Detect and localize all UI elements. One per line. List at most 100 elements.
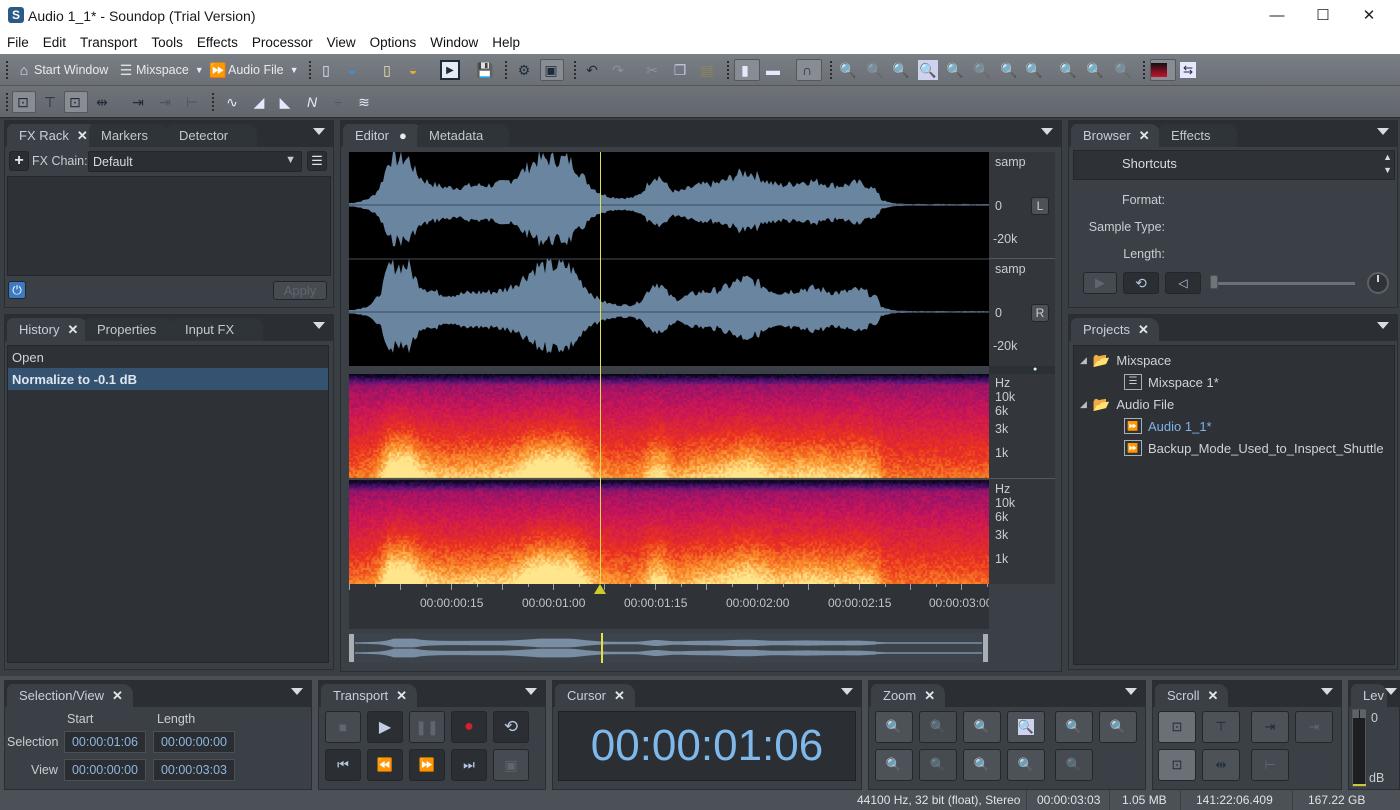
right-channel-button[interactable]: R <box>1031 304 1049 322</box>
zoom-out-horizontal-button[interactable]: 🔍 <box>865 59 885 81</box>
snap-toggle[interactable]: ∩ <box>796 59 822 81</box>
zoom-out-more-button[interactable]: 🔍 <box>919 749 957 781</box>
tab-markers[interactable]: Markers <box>89 124 169 147</box>
zoom-selection-button[interactable]: 🔍 <box>918 59 938 81</box>
tab-input-fx[interactable]: Input FX <box>173 318 263 341</box>
overview-right-handle[interactable] <box>983 634 988 662</box>
toolbar-grip[interactable] <box>6 93 8 111</box>
menu-edit[interactable]: Edit <box>36 32 73 50</box>
timeline-ruler[interactable]: 00:00:00:15 00:00:01:00 00:00:01:15 00:0… <box>349 584 989 629</box>
toolbar-grip[interactable] <box>505 61 507 79</box>
scroll-page-right-button[interactable]: ⊡ <box>12 91 36 113</box>
menu-window[interactable]: Window <box>423 32 485 50</box>
tab-scroll[interactable]: Scroll ✕ <box>1155 684 1229 707</box>
browser-volume-button[interactable]: ◁ <box>1165 272 1201 294</box>
add-fx-button[interactable]: + <box>9 151 29 171</box>
cut-button[interactable]: ✂ <box>642 59 662 81</box>
go-to-end-button[interactable]: ⇥ <box>155 91 175 113</box>
toolbar-grip[interactable] <box>574 61 576 79</box>
divide-button[interactable]: ÷ <box>328 91 348 113</box>
fx-chain-select[interactable]: Default ▼ <box>88 151 302 172</box>
scroll-cursor-button[interactable]: ⊤ <box>40 91 60 113</box>
marquee-tool[interactable]: ▬ <box>763 59 783 81</box>
zoom-in-more-button[interactable]: 🔍 <box>945 59 965 81</box>
spectrogram-toggle[interactable] <box>1150 59 1176 81</box>
menu-view[interactable]: View <box>320 32 363 50</box>
apply-button[interactable]: Apply <box>273 281 327 300</box>
fx-chain-menu-button[interactable]: ☰ <box>307 151 327 171</box>
menu-help[interactable]: Help <box>485 32 527 50</box>
close-icon[interactable]: ✕ <box>924 688 935 703</box>
zoom-selection-button[interactable]: 🔍 <box>1007 711 1045 743</box>
audio-file-button[interactable]: ⏩ Audio File ▼ <box>208 59 298 81</box>
cursor-time-display[interactable]: 00:00:01:06 <box>558 711 856 781</box>
swap-channels-button[interactable]: ⇆ <box>1180 59 1196 81</box>
history-item[interactable]: Open <box>8 346 328 368</box>
go-to-end-button[interactable]: ⏭ <box>451 749 487 781</box>
zoom-left-button[interactable]: 🔍 <box>999 59 1019 81</box>
go-to-cursor-button[interactable]: ⇥ <box>1251 711 1289 743</box>
tab-history[interactable]: History ✕ <box>7 318 89 341</box>
stop-button[interactable]: ■ <box>325 711 361 743</box>
tab-metadata[interactable]: Metadata <box>417 124 509 147</box>
zoom-out-vertical-button[interactable]: 🔍 <box>1085 59 1105 81</box>
browser-position-slider[interactable] <box>1215 282 1355 285</box>
overview-navigator[interactable] <box>349 633 989 663</box>
zoom-out-more-button[interactable]: 🔍 <box>972 59 992 81</box>
scroll-cursor-button[interactable]: ⊤ <box>1202 711 1240 743</box>
tab-properties[interactable]: Properties <box>85 318 175 341</box>
vertical-scroll-handle[interactable]: ● <box>989 366 1055 374</box>
open-project-button[interactable]: ◒ <box>403 59 423 81</box>
close-icon[interactable]: ✕ <box>614 688 625 703</box>
tab-selection-view[interactable]: Selection/View ✕ <box>7 684 133 707</box>
zoom-in-horizontal-button[interactable]: 🔍 <box>875 711 913 743</box>
play-preview-button[interactable]: ▶ <box>440 59 460 81</box>
normalize-button[interactable]: ≋ <box>354 91 374 113</box>
menu-processor[interactable]: Processor <box>245 32 320 50</box>
panel-menu-icon[interactable] <box>1041 128 1053 135</box>
play-button[interactable]: ▶ <box>367 711 403 743</box>
close-icon[interactable]: ✕ <box>112 688 123 703</box>
fade-in-button[interactable]: ◢ <box>249 91 269 113</box>
undo-button[interactable]: ↶ <box>582 59 602 81</box>
save-button[interactable]: 💾 <box>475 59 495 81</box>
tab-fx-rack[interactable]: FX Rack ✕ <box>7 124 98 147</box>
toolbar-grip[interactable] <box>1143 61 1145 79</box>
menu-effects[interactable]: Effects <box>190 32 245 50</box>
scroll-page-left-button[interactable]: ⊡ <box>64 91 88 113</box>
close-icon[interactable]: ✕ <box>396 688 407 703</box>
close-icon[interactable]: ✕ <box>1208 688 1219 703</box>
shortcuts-bar[interactable]: Shortcuts ▲ ▼ <box>1073 150 1395 180</box>
overview-left-handle[interactable] <box>349 634 354 662</box>
redo-button[interactable]: ↷ <box>608 59 628 81</box>
panel-menu-icon[interactable] <box>1377 322 1389 329</box>
tree-item-audio-1-1[interactable]: ⏩ Audio 1_1* <box>1124 416 1212 436</box>
tab-zoom[interactable]: Zoom ✕ <box>871 684 946 707</box>
new-project-button[interactable]: ▯ <box>377 59 397 81</box>
zoom-right-button[interactable]: 🔍 <box>1024 59 1044 81</box>
tab-editor[interactable]: Editor ● <box>343 124 423 147</box>
zoom-out-vertical-button[interactable]: 🔍 <box>1099 711 1137 743</box>
toolbar-grip[interactable] <box>6 61 8 79</box>
toolbar-grip[interactable] <box>212 93 214 111</box>
minimize-button[interactable]: — <box>1254 0 1300 32</box>
tab-transport[interactable]: Transport ✕ <box>321 684 418 707</box>
zoom-in-vertical-button[interactable]: 🔍 <box>1055 711 1093 743</box>
scroll-page-left-button[interactable]: ⊡ <box>1158 749 1196 781</box>
slider-handle[interactable] <box>1210 275 1218 289</box>
zoom-reset-vertical-button[interactable]: 🔍 <box>1113 59 1133 81</box>
pencil-wave-button[interactable]: N <box>302 91 322 113</box>
waveform-view[interactable] <box>349 152 989 366</box>
view-start-field[interactable]: 00:00:00:00 <box>64 759 146 781</box>
tab-cursor[interactable]: Cursor ✕ <box>555 684 635 707</box>
range-button[interactable]: ⊢ <box>1251 749 1289 781</box>
panel-menu-icon[interactable] <box>1321 688 1333 695</box>
preview-toggle[interactable]: ▣ <box>540 59 564 81</box>
zoom-reset-vertical-button[interactable]: 🔍 <box>1055 749 1093 781</box>
fast-forward-button[interactable]: ⏩ <box>409 749 445 781</box>
tree-folder-mixspace[interactable]: ◢ 📂 Mixspace <box>1080 350 1171 370</box>
record-button[interactable]: ● <box>451 711 487 743</box>
tab-detector[interactable]: Detector <box>167 124 257 147</box>
zoom-right-button[interactable]: 🔍 <box>1007 749 1045 781</box>
panel-menu-icon[interactable] <box>1125 688 1137 695</box>
